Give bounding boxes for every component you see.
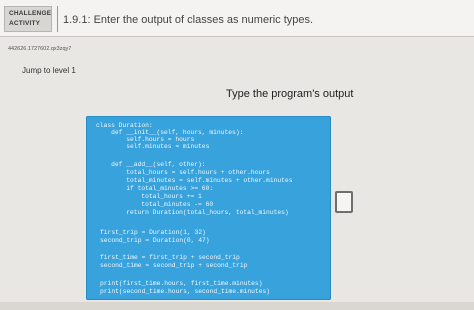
code-line: def __init__(self, hours, minutes): xyxy=(96,129,244,136)
code-line: if total_minutes >= 60: xyxy=(96,185,214,192)
code-line: total_minutes = self.minutes + other.min… xyxy=(96,177,293,184)
code-block: class Duration: def __init__(self, hours… xyxy=(86,116,331,300)
code-line: total_hours = self.hours + other.hours xyxy=(96,169,270,176)
code-line: second_trip = Duration(0, 47) xyxy=(100,237,210,244)
code-line: total_minutes -= 60 xyxy=(96,201,214,208)
jump-to-level-link[interactable]: Jump to level 1 xyxy=(22,66,76,75)
page-bottom-edge xyxy=(0,302,474,310)
code-line: print(first_time.hours, first_time.minut… xyxy=(100,280,263,287)
badge-line-1: CHALLENGE xyxy=(9,10,52,17)
code-line: second_time = second_trip + second_trip xyxy=(100,262,248,269)
code-line: first_time = first_trip + second_trip xyxy=(100,254,240,261)
code-line: self.hours = hours xyxy=(96,136,195,143)
activity-header: CHALLENGE ACTIVITY 1.9.1: Enter the outp… xyxy=(0,0,474,37)
code-line: first_trip = Duration(1, 32) xyxy=(100,229,206,236)
header-divider xyxy=(57,6,58,32)
code-line: print(second_time.hours, second_time.min… xyxy=(100,288,271,295)
badge-line-2: ACTIVITY xyxy=(9,20,41,27)
task-instruction: Type the program's output xyxy=(226,88,354,100)
code-line: self.minutes = minutes xyxy=(96,143,210,150)
code-line: total_hours += 1 xyxy=(96,193,202,200)
activity-id: 442626.1727602.qx3zqy7 xyxy=(8,46,72,52)
code-line: class Duration: xyxy=(96,122,153,129)
answer-input[interactable] xyxy=(335,191,353,213)
activity-title: 1.9.1: Enter the output of classes as nu… xyxy=(63,14,314,26)
challenge-activity-badge: CHALLENGE ACTIVITY xyxy=(4,6,52,32)
code-line: def __add__(self, other): xyxy=(96,161,206,168)
code-line: return Duration(total_hours, total_minut… xyxy=(96,209,289,216)
